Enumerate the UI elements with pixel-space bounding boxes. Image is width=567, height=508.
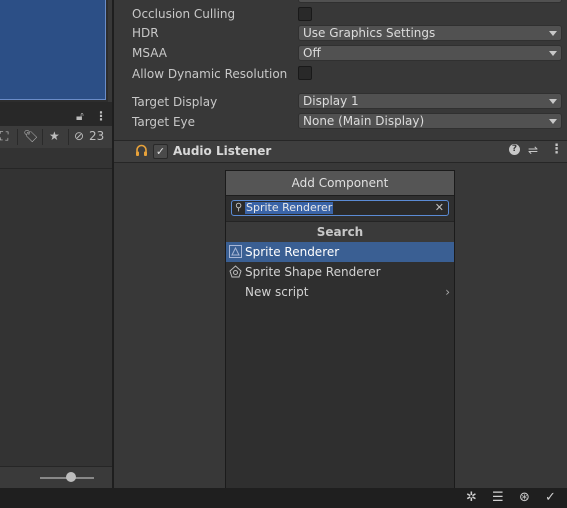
audio-listener-header[interactable]: ✓ Audio Listener ? ⇌ ⋮ [114, 140, 567, 163]
auto-generate-lighting-icon[interactable]: ⊛ [519, 490, 530, 506]
target-display-label: Target Display [132, 95, 218, 109]
add-component-popup: Add Component ⚲ Sprite Renderer ✕ Search… [225, 170, 455, 508]
result-new-script[interactable]: New script › [226, 282, 454, 302]
search-section-title: Search [226, 221, 454, 243]
add-component-title: Add Component [226, 171, 454, 196]
audio-listener-title: Audio Listener [173, 144, 272, 158]
search-value: Sprite Renderer [245, 201, 334, 214]
target-eye-label: Target Eye [132, 115, 196, 129]
toolbar-divider [42, 129, 43, 145]
kebab-menu-icon[interactable]: ⋮ [95, 109, 107, 123]
dynamic-resolution-label: Allow Dynamic Resolution [132, 67, 288, 81]
result-label: New script [245, 285, 309, 299]
dynamic-resolution-checkbox[interactable] [298, 66, 312, 80]
favorite-star-icon[interactable]: ★ [49, 129, 60, 143]
headphones-icon [136, 144, 147, 156]
toolbar-divider [68, 129, 69, 145]
lock-icon[interactable]: 🔓︎ [76, 109, 84, 123]
content-separator [0, 168, 112, 169]
clear-search-icon[interactable]: ✕ [435, 201, 444, 215]
debug-bug-icon[interactable]: ✲ [466, 490, 477, 506]
preset-sliders-icon[interactable]: ⇌ [528, 143, 538, 157]
status-bar [0, 488, 567, 508]
sprite-renderer-icon [229, 245, 242, 258]
toolbar-divider [17, 129, 18, 145]
msaa-label: MSAA [132, 46, 167, 60]
help-icon[interactable]: ? [509, 144, 520, 155]
layers-icon[interactable]: ☰ [492, 490, 504, 506]
search-icon: ⚲ [235, 202, 243, 213]
submenu-chevron-icon: › [445, 285, 450, 299]
occlusion-culling-checkbox[interactable] [298, 7, 312, 21]
dropdown-arrow-icon [549, 119, 557, 124]
scene-filter-icon[interactable]: ⛶ [0, 129, 8, 143]
result-label: Sprite Renderer [245, 245, 340, 259]
dropdown-arrow-icon [549, 99, 557, 104]
component-search-input[interactable]: ⚲ Sprite Renderer ✕ [231, 200, 449, 216]
target-eye-value: None (Main Display) [303, 114, 425, 128]
result-sprite-renderer[interactable]: Sprite Renderer [226, 242, 454, 262]
label-tag-icon[interactable]: 🏷︎ [23, 129, 38, 143]
dropdown-arrow-icon [549, 31, 557, 36]
hdr-dropdown[interactable]: Use Graphics Settings [298, 25, 562, 41]
scene-viewport[interactable] [0, 0, 106, 100]
hdr-label: HDR [132, 26, 159, 40]
clipped-dropdown[interactable] [298, 0, 562, 3]
hidden-eye-icon[interactable]: ⊘ [74, 129, 84, 143]
project-toolbar: ⛶ 🏷︎ ★ ⊘ 23 [0, 126, 112, 149]
hdr-value: Use Graphics Settings [303, 26, 436, 40]
audio-listener-enabled-checkbox[interactable]: ✓ [153, 144, 168, 159]
zoom-slider-handle[interactable] [66, 472, 76, 482]
msaa-value: Off [303, 46, 321, 60]
component-menu-icon[interactable]: ⋮ [550, 143, 563, 157]
project-content[interactable] [0, 148, 112, 488]
target-display-dropdown[interactable]: Display 1 [298, 93, 562, 109]
hidden-count: 23 [89, 129, 105, 143]
target-eye-dropdown[interactable]: None (Main Display) [298, 113, 562, 129]
target-display-value: Display 1 [303, 94, 359, 108]
status-ok-icon[interactable]: ✓ [545, 490, 556, 506]
scene-view[interactable] [0, 0, 108, 102]
result-sprite-shape-renderer[interactable]: Sprite Shape Renderer [226, 262, 454, 282]
dropdown-arrow-icon [549, 51, 557, 56]
sprite-shape-renderer-icon [229, 265, 242, 278]
result-label: Sprite Shape Renderer [245, 265, 381, 279]
occlusion-culling-label: Occlusion Culling [132, 7, 236, 21]
msaa-dropdown[interactable]: Off [298, 45, 562, 61]
